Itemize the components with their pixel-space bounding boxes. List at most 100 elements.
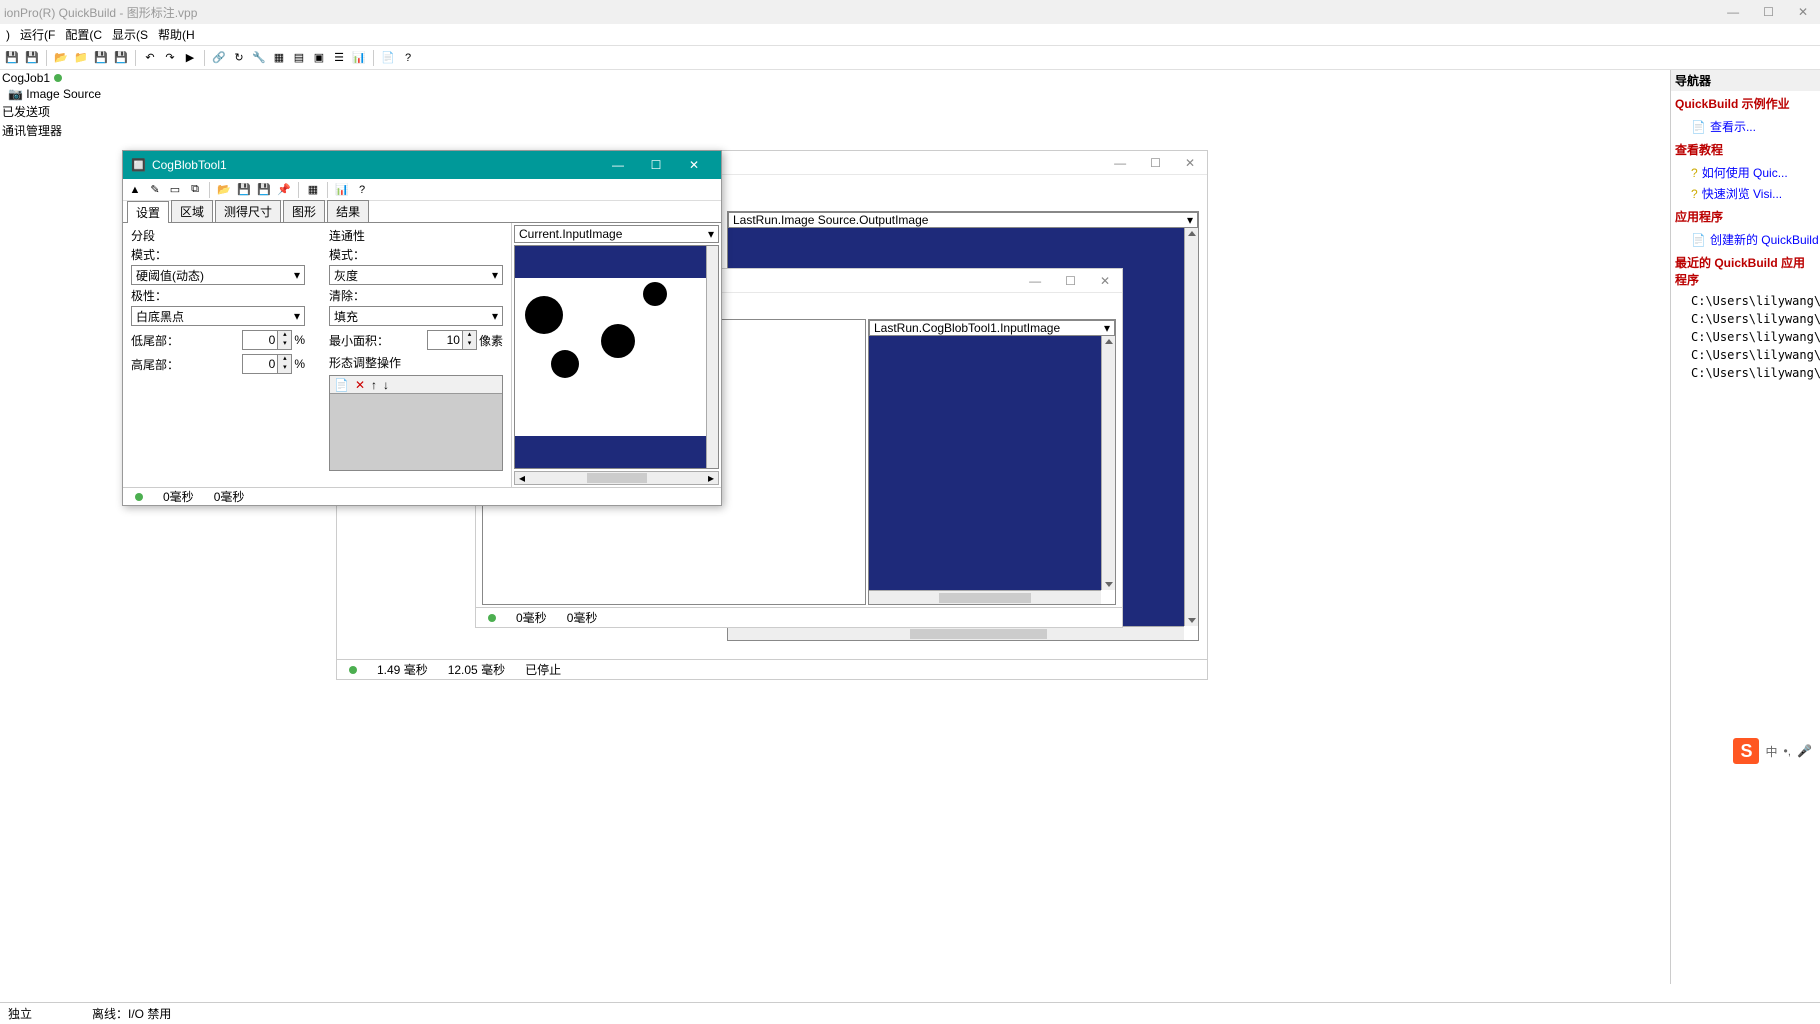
refresh-icon[interactable]: ↻ bbox=[231, 50, 247, 66]
high-input[interactable] bbox=[243, 357, 277, 371]
nav-link-howto[interactable]: ?如何使用 Quic... bbox=[1671, 162, 1820, 183]
menu-help[interactable]: 帮助(H bbox=[154, 24, 199, 45]
menu-0[interactable]: ) bbox=[2, 26, 14, 44]
front-minimize-button[interactable]: — bbox=[599, 158, 637, 172]
bg-hscrollbar[interactable] bbox=[728, 626, 1184, 640]
mid-vscrollbar[interactable] bbox=[1101, 336, 1115, 590]
mic-icon[interactable]: 🎤 bbox=[1797, 744, 1812, 758]
up-icon[interactable]: ▴ bbox=[462, 331, 476, 340]
left-arrow-icon[interactable]: ◂ bbox=[519, 471, 525, 485]
grid2-icon[interactable]: ▦ bbox=[305, 182, 321, 198]
nav-link-new[interactable]: 📄创建新的 QuickBuild bbox=[1671, 229, 1820, 250]
folder-icon[interactable]: 📁 bbox=[73, 50, 89, 66]
copy-icon[interactable]: ⧉ bbox=[187, 182, 203, 198]
nav-recent-1[interactable]: C:\Users\lilywang\Desk bbox=[1671, 310, 1820, 328]
chart2-icon[interactable]: 📊 bbox=[334, 182, 350, 198]
bg-image-dropdown[interactable]: LastRun.Image Source.OutputImage▾ bbox=[728, 212, 1198, 228]
minimize-button[interactable]: — bbox=[1727, 5, 1739, 19]
ime-punct[interactable]: •, bbox=[1784, 744, 1792, 758]
ime-lang[interactable]: 中 bbox=[1765, 743, 1777, 760]
high-spinner[interactable]: ▴▾ bbox=[242, 354, 292, 374]
maximize-button[interactable]: ☐ bbox=[1763, 5, 1774, 19]
front-vscrollbar[interactable] bbox=[706, 246, 718, 468]
add-icon[interactable]: 📄 bbox=[334, 378, 349, 392]
down-icon[interactable]: ▾ bbox=[277, 340, 291, 349]
nav-recent-2[interactable]: C:\Users\lilywang\Desk bbox=[1671, 328, 1820, 346]
bg-vscrollbar[interactable] bbox=[1184, 228, 1198, 626]
pointer-icon[interactable]: ▲ bbox=[127, 182, 143, 198]
low-spinner[interactable]: ▴▾ bbox=[242, 330, 292, 350]
low-input[interactable] bbox=[243, 333, 277, 347]
nav-link-view-samples[interactable]: 📄查看示... bbox=[1671, 116, 1820, 137]
rect-icon[interactable]: ▭ bbox=[167, 182, 183, 198]
tool-icon[interactable]: 🔧 bbox=[251, 50, 267, 66]
tree-comm[interactable]: 通讯管理器 bbox=[0, 121, 120, 140]
delete-icon[interactable]: ✕ bbox=[355, 378, 365, 392]
bg-maximize-button[interactable]: ☐ bbox=[1150, 156, 1161, 170]
menu-display[interactable]: 显示(S bbox=[108, 24, 152, 45]
redo-icon[interactable]: ↷ bbox=[162, 50, 178, 66]
scroll-thumb[interactable] bbox=[587, 473, 647, 483]
mode-combo[interactable]: 硬阈值(动态)▾ bbox=[131, 265, 305, 285]
nav-recent-3[interactable]: C:\Users\lilywang\Desk bbox=[1671, 346, 1820, 364]
ime-indicator[interactable]: S 中 •, 🎤 bbox=[1733, 738, 1812, 764]
page-icon[interactable]: 📄 bbox=[380, 50, 396, 66]
tab-measure[interactable]: 测得尺寸 bbox=[215, 200, 281, 222]
bg-close-button[interactable]: ✕ bbox=[1185, 156, 1195, 170]
front-image-dropdown[interactable]: Current.InputImage▾ bbox=[514, 225, 719, 243]
mid-canvas[interactable] bbox=[869, 336, 1101, 590]
close-button[interactable]: ✕ bbox=[1798, 5, 1808, 19]
tab-region[interactable]: 区域 bbox=[171, 200, 213, 222]
mid-hscrollbar[interactable] bbox=[869, 590, 1101, 604]
table-icon[interactable]: ▤ bbox=[291, 50, 307, 66]
down-icon[interactable]: ▾ bbox=[462, 340, 476, 349]
bg-minimize-button[interactable]: — bbox=[1114, 156, 1126, 170]
props-icon[interactable]: ▣ bbox=[311, 50, 327, 66]
open2-icon[interactable]: 📂 bbox=[216, 182, 232, 198]
front-titlebar[interactable]: 🔲 CogBlobTool1 — ☐ ✕ bbox=[123, 151, 721, 179]
open-icon[interactable]: 📂 bbox=[53, 50, 69, 66]
menu-run[interactable]: 运行(F bbox=[16, 24, 59, 45]
down-icon[interactable]: ▾ bbox=[277, 364, 291, 373]
nav-recent-0[interactable]: C:\Users\lilywang\Desk bbox=[1671, 292, 1820, 310]
save3-icon[interactable]: 💾 bbox=[236, 182, 252, 198]
undo-icon[interactable]: ↶ bbox=[142, 50, 158, 66]
saveall-icon[interactable]: 💾 bbox=[24, 50, 40, 66]
tree-trigger[interactable]: 已发送项 bbox=[0, 102, 120, 121]
save-icon[interactable]: 💾 bbox=[4, 50, 20, 66]
clear-combo[interactable]: 填充▾ bbox=[329, 306, 503, 326]
front-hscrollbar[interactable]: ◂ ▸ bbox=[514, 471, 719, 485]
tab-settings[interactable]: 设置 bbox=[127, 201, 169, 223]
list-icon[interactable]: ☰ bbox=[331, 50, 347, 66]
morph-listbox[interactable]: 📄 ✕ ↑ ↓ bbox=[329, 375, 503, 471]
mid-minimize-button[interactable]: — bbox=[1029, 274, 1041, 288]
up-arrow-icon[interactable]: ↑ bbox=[371, 378, 377, 392]
tree-job[interactable]: CogJob1 bbox=[0, 70, 120, 86]
tab-graphics[interactable]: 图形 bbox=[283, 200, 325, 222]
minarea-input[interactable] bbox=[428, 333, 462, 347]
tree-image-source[interactable]: 📷 Image Source bbox=[0, 86, 120, 102]
saveall2-icon[interactable]: 💾 bbox=[256, 182, 272, 198]
menu-config[interactable]: 配置(C bbox=[61, 24, 106, 45]
down-arrow-icon[interactable]: ↓ bbox=[383, 378, 389, 392]
conn-mode-combo[interactable]: 灰度▾ bbox=[329, 265, 503, 285]
grid-icon[interactable]: ▦ bbox=[271, 50, 287, 66]
saveas-icon[interactable]: 💾 bbox=[113, 50, 129, 66]
mid-maximize-button[interactable]: ☐ bbox=[1065, 274, 1076, 288]
help2-icon[interactable]: ? bbox=[354, 182, 370, 198]
minarea-spinner[interactable]: ▴▾ bbox=[427, 330, 477, 350]
run-icon[interactable]: ▶ bbox=[182, 50, 198, 66]
front-maximize-button[interactable]: ☐ bbox=[637, 158, 675, 172]
up-icon[interactable]: ▴ bbox=[277, 331, 291, 340]
up-icon[interactable]: ▴ bbox=[277, 355, 291, 364]
nav-recent-4[interactable]: C:\Users\lilywang\Desk bbox=[1671, 364, 1820, 382]
link-icon[interactable]: 🔗 bbox=[211, 50, 227, 66]
front-close-button[interactable]: ✕ bbox=[675, 158, 713, 172]
chart-icon[interactable]: 📊 bbox=[351, 50, 367, 66]
tab-results[interactable]: 结果 bbox=[327, 200, 369, 222]
mid-close-button[interactable]: ✕ bbox=[1100, 274, 1110, 288]
save2-icon[interactable]: 💾 bbox=[93, 50, 109, 66]
polarity-combo[interactable]: 白底黑点▾ bbox=[131, 306, 305, 326]
pin-icon[interactable]: 📌 bbox=[276, 182, 292, 198]
edit-icon[interactable]: ✎ bbox=[147, 182, 163, 198]
